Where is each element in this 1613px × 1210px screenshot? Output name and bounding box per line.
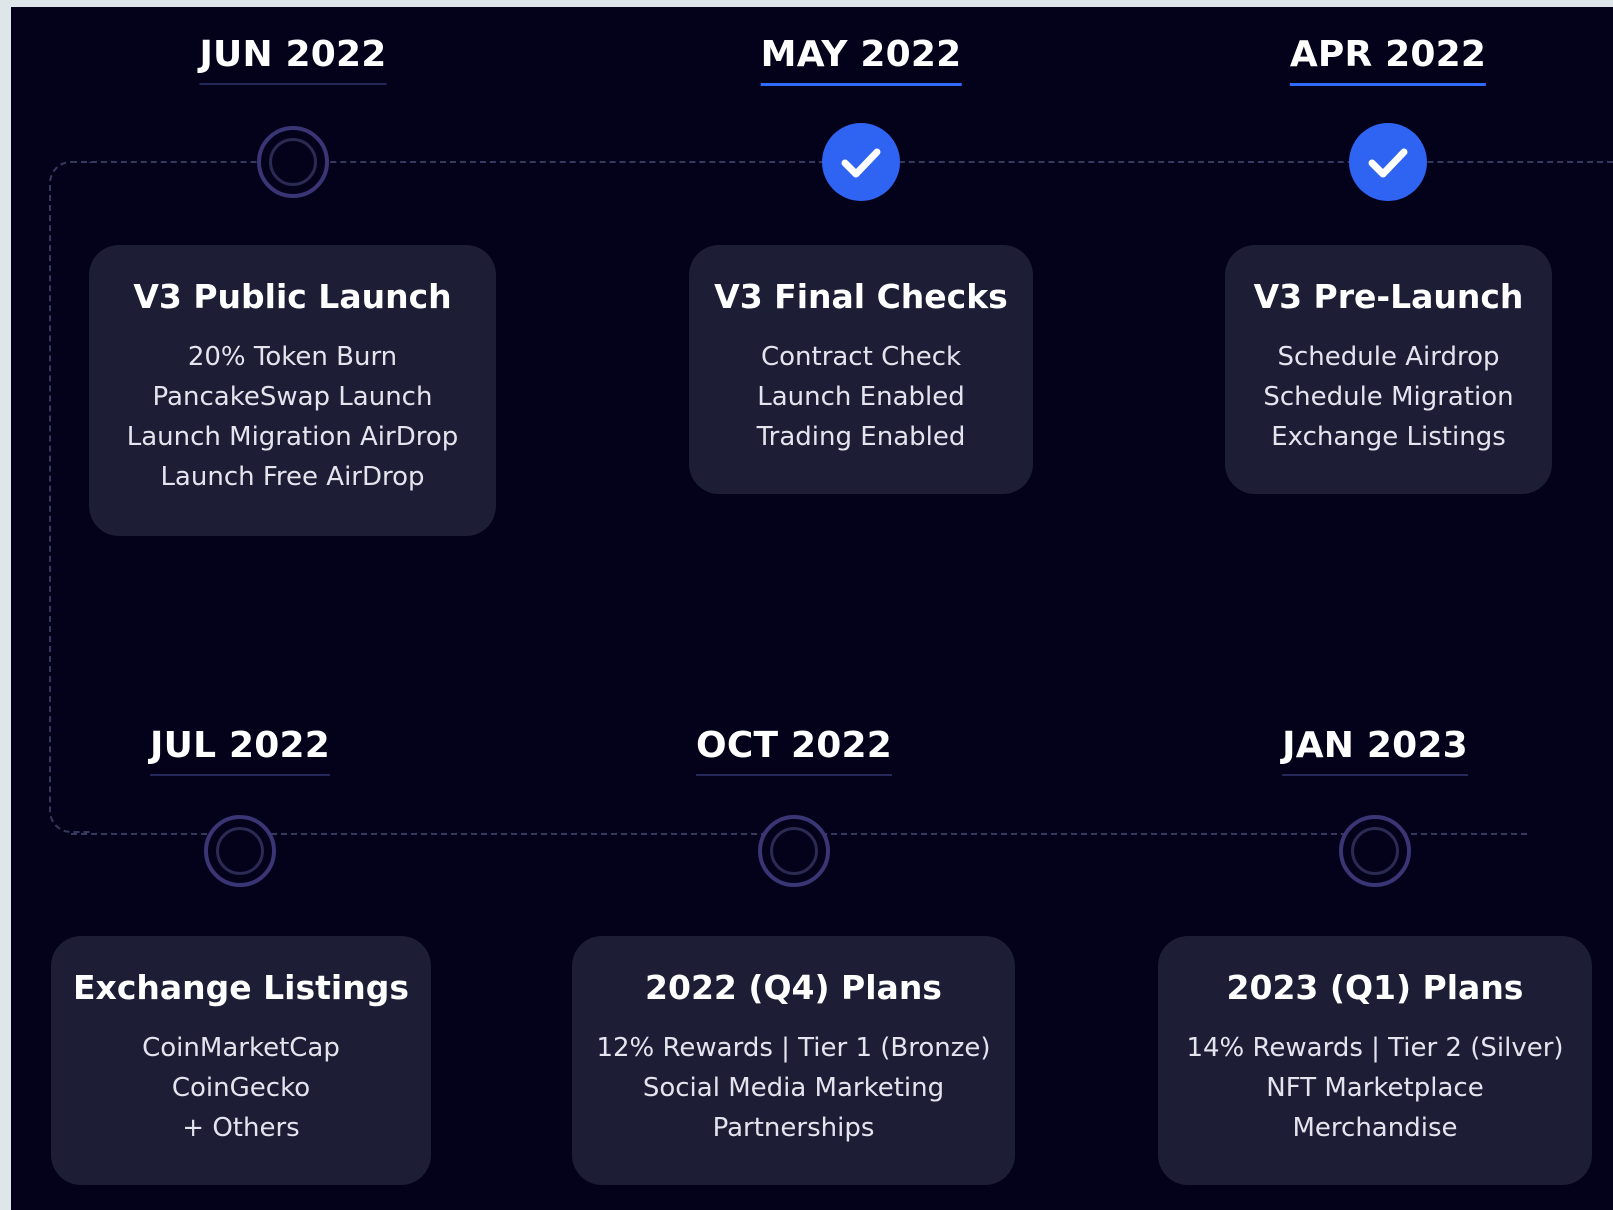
milestone-item: Partnerships [712, 1113, 875, 1143]
milestone-item: Trading Enabled [756, 422, 966, 452]
milestone-title: 2023 (Q1) Plans [1226, 968, 1524, 1007]
milestone-date: JUL 2022 [150, 724, 330, 776]
milestone-card: V3 Final Checks Contract Check Launch En… [689, 245, 1033, 494]
pending-status-icon [257, 126, 329, 198]
pending-status-icon [1339, 815, 1411, 887]
milestone-item: Launch Free AirDrop [160, 462, 425, 492]
milestone-item: Launch Enabled [757, 382, 965, 412]
milestone-title: Exchange Listings [73, 968, 409, 1007]
milestone-date: OCT 2022 [696, 724, 892, 776]
milestone-item: Launch Migration AirDrop [126, 422, 459, 452]
milestone-item: Exchange Listings [1271, 422, 1506, 452]
milestone-item: Schedule Migration [1263, 382, 1514, 412]
milestone-item: Merchandise [1292, 1113, 1458, 1143]
milestone-item: 12% Rewards | Tier 1 (Bronze) [596, 1033, 991, 1063]
milestone-card: 2023 (Q1) Plans 14% Rewards | Tier 2 (Si… [1158, 936, 1592, 1185]
milestone-card: Exchange Listings CoinMarketCap CoinGeck… [51, 936, 431, 1185]
milestone-item: CoinMarketCap [142, 1033, 340, 1063]
milestone-date: APR 2022 [1289, 33, 1487, 86]
timeline-connector-curve [49, 161, 91, 833]
roadmap-panel: JUN 2022 MAY 2022 APR 2022 V3 Public Lau… [11, 7, 1613, 1210]
milestone-item: 14% Rewards | Tier 2 (Silver) [1186, 1033, 1564, 1063]
pending-status-icon [204, 815, 276, 887]
milestone-card: 2022 (Q4) Plans 12% Rewards | Tier 1 (Br… [572, 936, 1015, 1185]
milestone-item: CoinGecko [171, 1073, 311, 1103]
milestone-date: MAY 2022 [760, 33, 962, 86]
milestone-card: V3 Pre-Launch Schedule Airdrop Schedule … [1225, 245, 1552, 494]
milestone-title: V3 Pre-Launch [1253, 277, 1524, 316]
milestone-item: NFT Marketplace [1266, 1073, 1484, 1103]
milestone-date: JUN 2022 [199, 33, 387, 85]
milestone-title: V3 Public Launch [133, 277, 452, 316]
milestone-item: PancakeSwap Launch [152, 382, 433, 412]
milestone-title: 2022 (Q4) Plans [645, 968, 942, 1007]
milestone-title: V3 Final Checks [714, 277, 1008, 316]
milestone-item: 20% Token Burn [187, 342, 398, 372]
milestone-item: Schedule Airdrop [1277, 342, 1500, 372]
milestone-item: Social Media Marketing [642, 1073, 945, 1103]
check-icon [822, 123, 900, 201]
milestone-item: Contract Check [760, 342, 962, 372]
pending-status-icon [758, 815, 830, 887]
check-icon [1349, 123, 1427, 201]
milestone-item: + Others [182, 1113, 300, 1143]
milestone-date: JAN 2023 [1282, 724, 1468, 776]
milestone-card: V3 Public Launch 20% Token Burn PancakeS… [89, 245, 496, 536]
